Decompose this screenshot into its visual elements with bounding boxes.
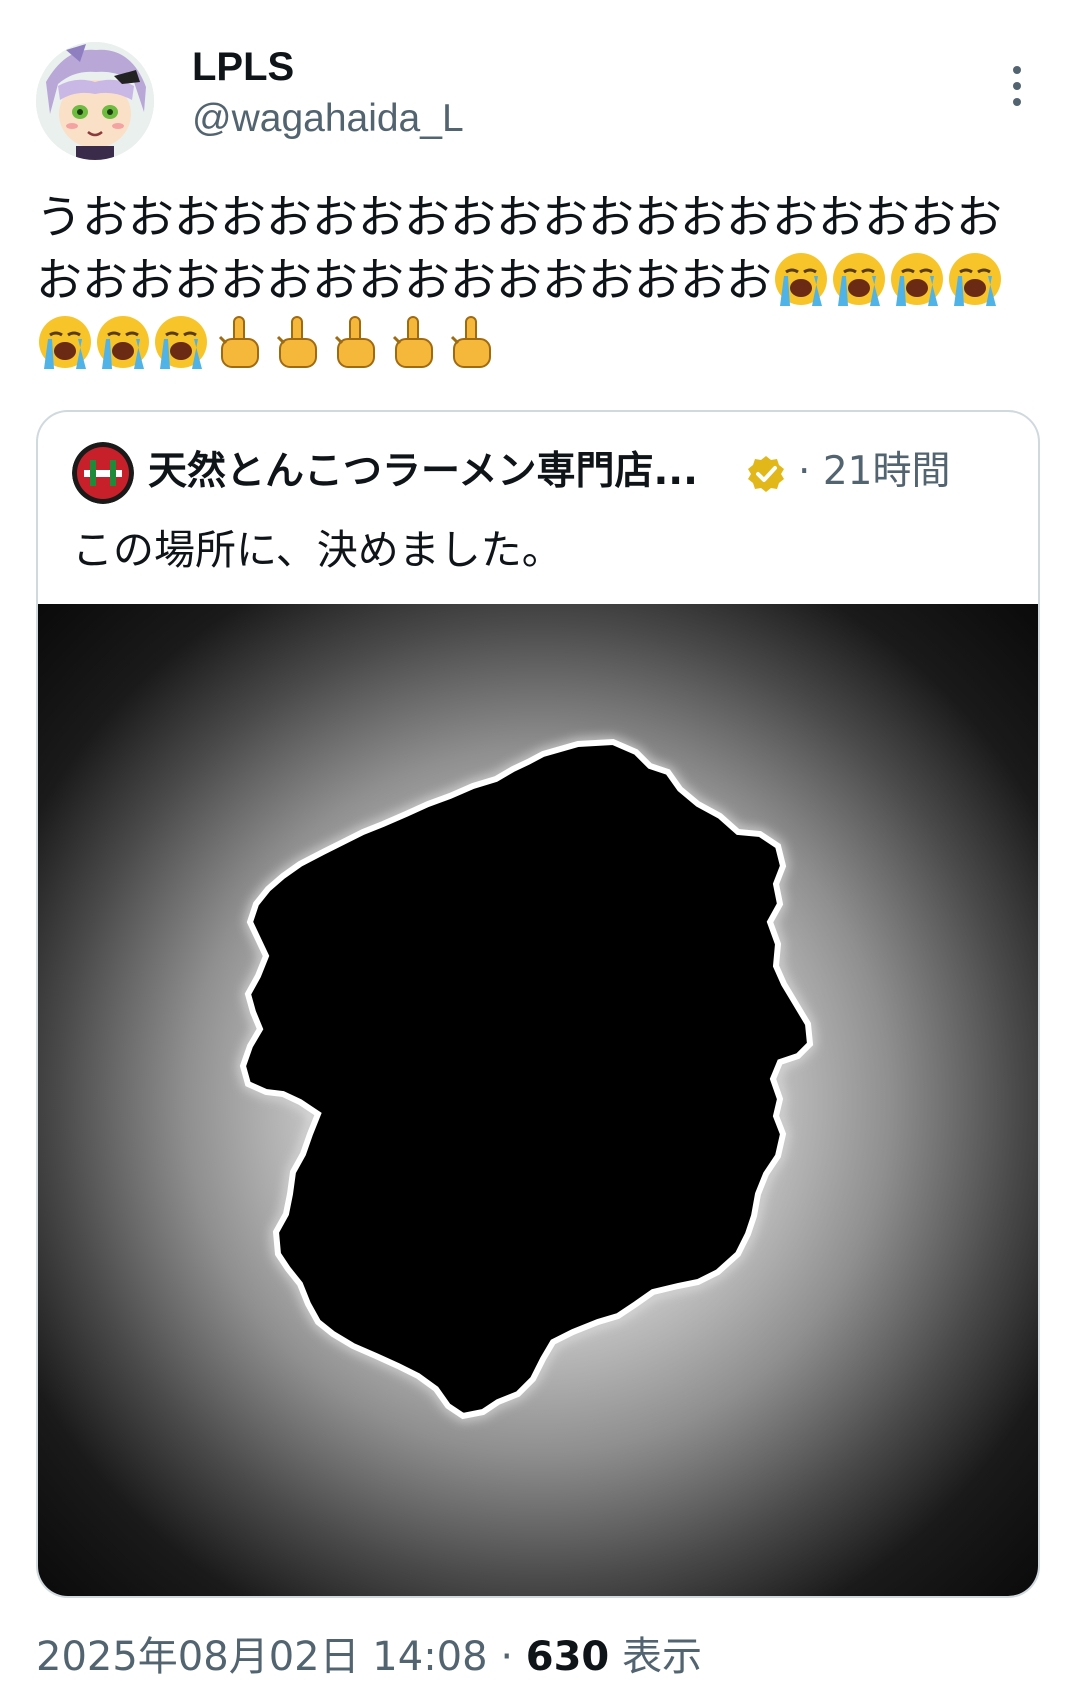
tweet-footer: 2025年08月02日 14:08 · 630 表示 [36, 1630, 702, 1684]
quoted-tweet-time[interactable]: 21時間 [823, 449, 951, 494]
loudly-crying-face-emoji-icon [772, 250, 830, 308]
pointing-up-hand-emoji-icon [384, 313, 442, 371]
quoted-author-avatar[interactable] [72, 442, 134, 504]
pointing-up-hand-emoji-icon [210, 313, 268, 371]
map-silhouette-image [239, 738, 814, 1420]
author-handle[interactable]: @wagahaida_L [192, 96, 464, 142]
loudly-crying-face-emoji-icon [830, 250, 888, 308]
ramen-shop-logo-icon [72, 442, 134, 504]
pointing-up-hand-emoji-icon [268, 313, 326, 371]
loudly-crying-face-emoji-icon [152, 313, 210, 371]
more-options-icon[interactable] [1000, 62, 1034, 110]
author-display-name[interactable]: LPLS [192, 44, 294, 90]
quoted-tweet-text: この場所に、決めました。 [72, 526, 563, 574]
pointing-up-hand-emoji-icon [442, 313, 500, 371]
anime-avatar-icon [36, 42, 154, 160]
quoted-tweet-meta: · 21時間 [798, 446, 950, 498]
pointing-up-hand-emoji-icon [326, 313, 384, 371]
quoted-author-name[interactable]: 天然とんこつラーメン専門店... [148, 446, 698, 498]
loudly-crying-face-emoji-icon [946, 250, 1004, 308]
loudly-crying-face-emoji-icon [94, 313, 152, 371]
footer-separator: · [500, 1634, 514, 1680]
loudly-crying-face-emoji-icon [36, 313, 94, 371]
loudly-crying-face-emoji-icon [888, 250, 946, 308]
meta-separator: · [798, 449, 811, 494]
views-label: 表示 [621, 1634, 702, 1680]
verified-badge-icon [746, 454, 786, 494]
views-count: 630 [525, 1634, 610, 1680]
quoted-tweet-media[interactable] [38, 604, 1038, 1596]
author-avatar[interactable] [36, 42, 154, 160]
quoted-tweet-card[interactable]: 天然とんこつラーメン専門店... · 21時間 この場所に、決めました。 [36, 410, 1040, 1598]
tweet-text: うおおおおおおおおおおおおおおおおおおおおおおおおおおおおおおおおおおおお [36, 186, 1046, 375]
tweet-timestamp[interactable]: 2025年08月02日 14:08 [36, 1634, 488, 1680]
